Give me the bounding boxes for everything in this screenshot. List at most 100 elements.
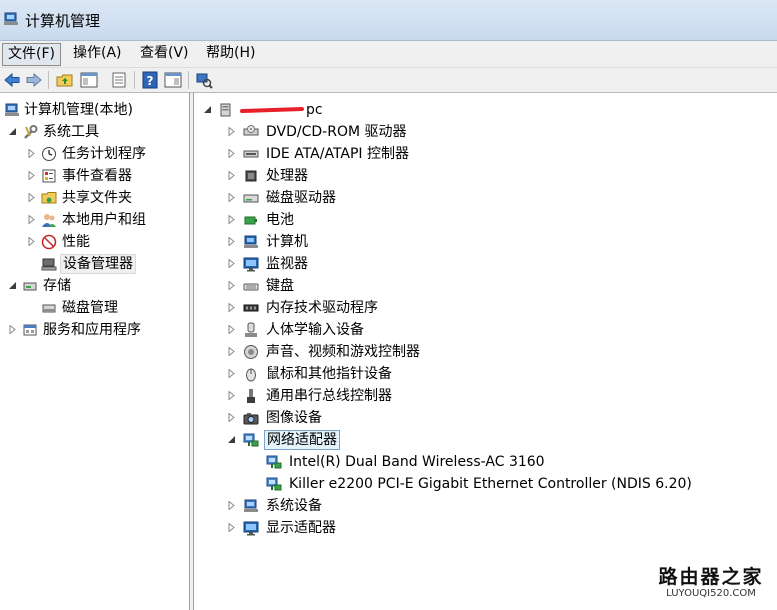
event-log-icon	[42, 169, 56, 183]
dvd-drive-icon	[243, 125, 259, 136]
tree-label: 共享文件夹	[62, 190, 132, 206]
device-label: 显示适配器	[266, 520, 336, 536]
device-label: 键盘	[266, 278, 294, 294]
help-icon[interactable]: ?	[141, 71, 159, 89]
shared-folder-icon	[41, 192, 57, 204]
show-hide-console-tree-icon[interactable]	[80, 71, 98, 89]
performance-icon	[41, 234, 57, 250]
device-label: 电池	[266, 212, 294, 228]
device-label: 计算机	[266, 234, 308, 250]
watermark: 路由器之家 LUYOUQI520.COM	[650, 566, 772, 600]
up-folder-icon[interactable]	[56, 71, 74, 89]
menu-bar: 文件(F) 操作(A) 查看(V) 帮助(H)	[0, 41, 777, 68]
expand-arrow-icon[interactable]	[227, 523, 236, 532]
expand-arrow-icon[interactable]	[227, 325, 236, 334]
device-tree: pc DVD/CD-ROM 驱动器 IDE ATA/ATAPI 控制器 处理器磁盘驱…	[194, 93, 777, 610]
device-label: 图像设备	[266, 410, 322, 426]
disk-icon	[42, 304, 56, 313]
title-bar: 计算机管理	[0, 0, 777, 41]
speaker-icon	[244, 345, 258, 359]
device-label: 监视器	[266, 256, 308, 272]
device-label: 通用串行总线控制器	[266, 388, 392, 404]
expand-arrow-icon[interactable]	[227, 259, 236, 268]
menu-action[interactable]: 操作(A)	[68, 43, 127, 64]
network-adapter-icon	[266, 477, 282, 491]
expand-arrow-icon[interactable]	[227, 303, 236, 312]
expand-arrow-icon[interactable]	[227, 281, 236, 290]
expand-arrow-icon[interactable]	[227, 369, 236, 378]
tree-label: 系统工具	[43, 124, 99, 140]
ide-controller-icon	[243, 150, 259, 158]
tools-icon	[24, 125, 38, 139]
svg-text:?: ?	[147, 74, 154, 88]
tree-label: 设备管理器	[60, 254, 136, 274]
properties-icon[interactable]	[110, 71, 128, 89]
expand-arrow-icon[interactable]	[27, 171, 36, 180]
device-label: Killer e2200 PCI-E Gigabit Ethernet Cont…	[289, 476, 692, 492]
hid-icon	[245, 322, 257, 337]
device-label: 鼠标和其他指针设备	[266, 366, 392, 382]
expand-arrow-icon[interactable]	[27, 149, 36, 158]
expand-arrow-icon[interactable]	[227, 501, 236, 510]
device-label: 系统设备	[266, 498, 322, 514]
device-label: 人体学输入设备	[266, 322, 364, 338]
mouse-icon	[246, 368, 256, 382]
collapse-arrow-icon[interactable]	[8, 127, 17, 136]
device-label: 网络适配器	[264, 430, 340, 450]
toolbar: ?	[0, 68, 777, 93]
expand-arrow-icon[interactable]	[27, 193, 36, 202]
expand-arrow-icon[interactable]	[227, 413, 236, 422]
network-adapter-icon	[266, 455, 282, 469]
tree-label: 性能	[62, 234, 90, 250]
expand-arrow-icon[interactable]	[227, 193, 236, 202]
expand-arrow-icon[interactable]	[227, 215, 236, 224]
tree-label: 磁盘管理	[62, 300, 118, 316]
device-label: 声音、视频和游戏控制器	[266, 344, 420, 360]
expand-arrow-icon[interactable]	[8, 325, 17, 334]
computer-name-label: pc	[238, 101, 325, 119]
menu-help[interactable]: 帮助(H)	[201, 43, 260, 64]
device-label: 处理器	[266, 168, 308, 184]
clock-icon	[42, 147, 56, 161]
scan-hardware-icon[interactable]	[195, 71, 213, 89]
monitor-icon	[243, 257, 259, 272]
system-devices-icon	[244, 499, 258, 512]
display-adapter-icon	[243, 521, 259, 536]
computer-management-icon	[5, 103, 19, 116]
computer-icon	[220, 103, 231, 117]
services-icon	[23, 324, 37, 336]
computer-name-redaction	[239, 106, 305, 114]
expand-arrow-icon[interactable]	[227, 149, 236, 158]
watermark-title: 路由器之家	[658, 566, 764, 588]
keyboard-icon	[243, 283, 259, 291]
collapse-arrow-icon[interactable]	[203, 105, 212, 114]
computer-icon	[244, 235, 258, 248]
show-action-pane-icon[interactable]	[164, 71, 182, 89]
tree-label: 存储	[43, 278, 71, 294]
device-label: 磁盘驱动器	[266, 190, 336, 206]
tree-label: 本地用户和组	[62, 212, 146, 228]
back-arrow-icon[interactable]	[3, 71, 21, 89]
battery-icon	[244, 216, 257, 225]
watermark-url: LUYOUQI520.COM	[666, 588, 756, 599]
device-label: IDE ATA/ATAPI 控制器	[266, 146, 410, 162]
expand-arrow-icon[interactable]	[227, 391, 236, 400]
menu-file[interactable]: 文件(F)	[2, 43, 61, 66]
forward-arrow-icon[interactable]	[25, 71, 43, 89]
memory-icon	[243, 304, 259, 312]
toolbar-separator	[134, 71, 135, 89]
expand-arrow-icon[interactable]	[227, 347, 236, 356]
collapse-arrow-icon[interactable]	[8, 281, 17, 290]
expand-arrow-icon[interactable]	[227, 237, 236, 246]
collapse-arrow-icon[interactable]	[227, 435, 236, 444]
console-tree: 计算机管理(本地) 系统工具 任务计划程序 事件查看器 共享文件夹 本地用户和组	[0, 93, 190, 610]
device-label: DVD/CD-ROM 驱动器	[266, 124, 407, 140]
menu-view[interactable]: 查看(V)	[135, 43, 194, 64]
disk-drive-icon	[243, 194, 259, 203]
computer-name-suffix: pc	[306, 102, 323, 118]
expand-arrow-icon[interactable]	[227, 127, 236, 136]
network-adapter-icon	[243, 433, 259, 447]
expand-arrow-icon[interactable]	[27, 237, 36, 246]
expand-arrow-icon[interactable]	[227, 171, 236, 180]
expand-arrow-icon[interactable]	[27, 215, 36, 224]
